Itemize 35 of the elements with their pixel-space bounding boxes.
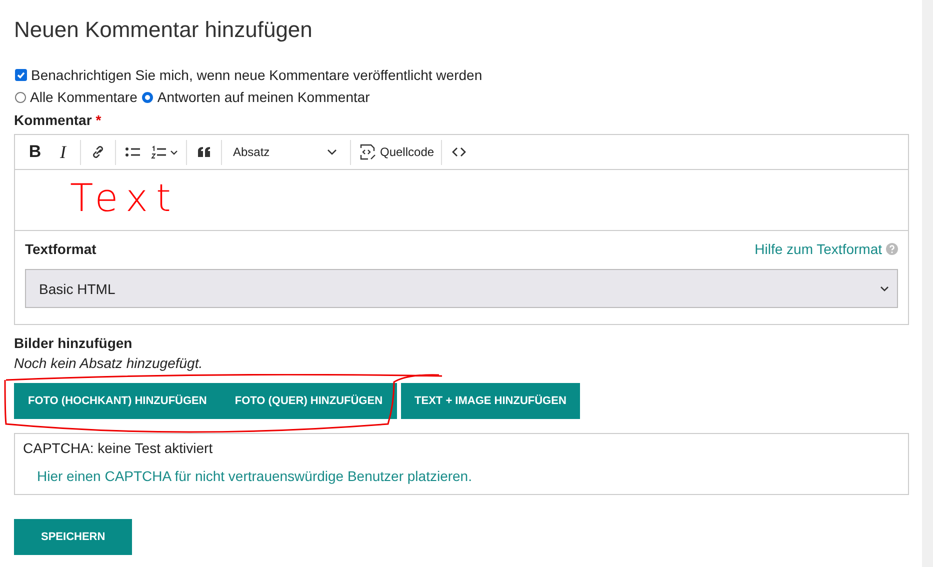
source-code-icon <box>358 143 376 161</box>
radio-label: Alle Kommentare <box>30 89 138 105</box>
comment-label: Kommentar <box>14 112 92 128</box>
text-format-label: Textformat <box>25 241 96 257</box>
add-button[interactable]: FOTO (QUER) HINZUFÜGEN <box>220 383 397 419</box>
captcha-title: CAPTCHA: keine Test aktiviert <box>23 440 214 456</box>
text-format-help-link[interactable]: Hilfe zum Textformat <box>754 241 882 257</box>
required-mark: * <box>96 112 102 128</box>
bullet-list-icon <box>125 145 141 159</box>
caret-icon <box>327 149 337 155</box>
numbered-list-icon <box>151 145 179 159</box>
link-icon <box>90 144 106 160</box>
bold-button[interactable]: B <box>21 138 49 166</box>
save-button[interactable]: SPEICHERN <box>14 519 132 555</box>
add-button[interactable]: FOTO (HOCHKANT) HINZUFÜGEN <box>14 383 221 419</box>
add-button[interactable]: TEXT + IMAGE HINZUFÜGEN <box>400 383 580 419</box>
notify-radio[interactable] <box>142 92 154 102</box>
images-label: Bilder hinzufügen <box>14 335 134 351</box>
captcha-link[interactable]: Hier einen CAPTCHA für nicht vertrauenswürdige Benutzer platzieren. <box>37 468 900 484</box>
text-format-select[interactable]: Basic HTML <box>25 269 898 308</box>
page-title: Neuen Kommentar hinzufügen <box>14 17 314 43</box>
paragraph-dropdown[interactable]: Absatz <box>225 138 347 166</box>
quote-icon <box>197 146 211 158</box>
notify-radio[interactable] <box>15 92 26 102</box>
editor-text-area[interactable]: Text <box>15 170 908 231</box>
italic-button[interactable]: I <box>49 138 77 166</box>
source-code-button[interactable]: Quellcode <box>354 138 438 166</box>
notify-checkbox[interactable] <box>15 69 27 81</box>
empty-note: Noch kein Absatz hinzugefügt. <box>14 355 204 371</box>
handwritten-note: Text <box>70 176 179 220</box>
caret-icon <box>880 286 889 292</box>
radio-label: Antworten auf meinen Kommentar <box>157 89 370 105</box>
help-icon <box>886 243 898 255</box>
notify-label: Benachrichtigen Sie mich, wenn neue Kommentare veröffentlicht werden <box>31 67 482 83</box>
code-icon <box>452 147 466 157</box>
